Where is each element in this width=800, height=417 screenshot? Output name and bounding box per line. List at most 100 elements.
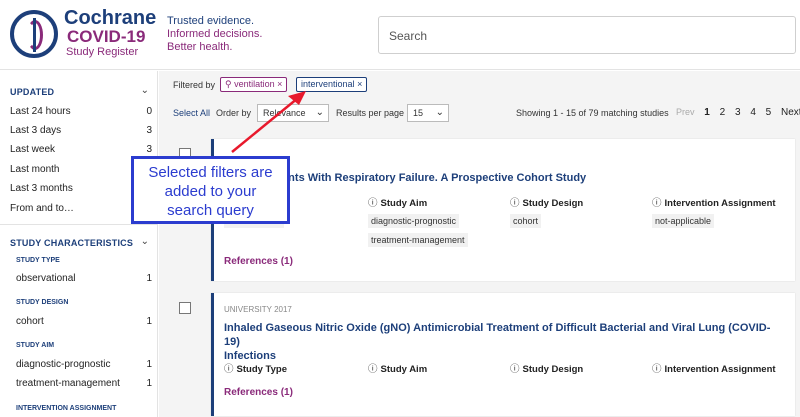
search-icon: ⚲ bbox=[225, 79, 232, 89]
study-aim-tag: treatment-management bbox=[368, 233, 468, 247]
filter-chip-ventilation[interactable]: ⚲ ventilation × bbox=[220, 77, 288, 92]
filter-item[interactable]: Last 3 days 3 bbox=[10, 125, 152, 136]
intervention-tag: not-applicable bbox=[652, 214, 715, 228]
filter-item-label: Last month bbox=[10, 164, 60, 175]
filter-item-label: treatment-management bbox=[16, 378, 120, 389]
filter-item-label: cohort bbox=[16, 316, 44, 327]
study-aim-header: ⓘ Study Aim bbox=[368, 195, 427, 209]
results-count: Showing 1 - 15 of 79 matching studies bbox=[516, 108, 669, 118]
pagination: Prev 1 2 3 4 5 Next bbox=[676, 107, 800, 118]
page-link[interactable]: 5 bbox=[766, 107, 772, 118]
info-icon[interactable]: ⓘ bbox=[510, 198, 520, 209]
references-link[interactable]: References (1) bbox=[224, 387, 293, 398]
chevron-down-icon: ⌄ bbox=[315, 107, 324, 118]
brand[interactable]: Cochrane COVID-19 Study Register bbox=[64, 8, 156, 59]
subsection-heading-intervention-assignment: INTERVENTION ASSIGNMENT bbox=[16, 405, 117, 412]
study-design-header: ⓘ Study Design bbox=[510, 361, 583, 375]
result-title[interactable]: Inhaled Gaseous Nitric Oxide (gNO) Antim… bbox=[224, 321, 784, 363]
order-by-select[interactable]: Relevance ⌄ bbox=[257, 104, 329, 122]
attribute-heading: Study Aim bbox=[380, 364, 428, 375]
result-card: UNIVERSITY 2017 Inhaled Gaseous Nitric O… bbox=[211, 293, 795, 416]
filter-chip-label: ventilation bbox=[234, 79, 275, 89]
filter-item[interactable]: treatment-management 1 bbox=[16, 378, 152, 389]
filter-item-label: Last 24 hours bbox=[10, 106, 71, 117]
divider bbox=[0, 224, 158, 225]
callout-line: Selected filters are bbox=[148, 164, 273, 181]
page-link[interactable]: 4 bbox=[750, 107, 756, 118]
attribute-heading: Intervention Assignment bbox=[664, 198, 776, 209]
filter-item[interactable]: Last week 3 bbox=[10, 144, 152, 155]
filter-item-count: 1 bbox=[146, 273, 152, 284]
filter-chip-label: interventional bbox=[301, 79, 355, 89]
attribute-heading: Study Design bbox=[522, 198, 584, 209]
tagline-line: Informed decisions. bbox=[167, 28, 263, 40]
result-source: UNIVERSITY 2017 bbox=[224, 305, 292, 314]
filter-item[interactable]: diagnostic-prognostic 1 bbox=[16, 359, 152, 370]
tagline-line: Better health. bbox=[167, 41, 233, 53]
chevron-down-icon[interactable]: ⌄ bbox=[141, 85, 149, 96]
info-icon[interactable]: ⓘ bbox=[368, 198, 378, 209]
filter-item-count: 3 bbox=[146, 125, 152, 136]
search-input[interactable]: Search bbox=[378, 16, 796, 54]
intervention-assignment-header: ⓘ Intervention Assignment bbox=[652, 361, 776, 375]
select-all-link[interactable]: Select All bbox=[173, 108, 210, 118]
results-per-page-label: Results per page bbox=[336, 108, 405, 118]
brand-register: Study Register bbox=[66, 46, 139, 58]
results-area: Filtered by ⚲ ventilation × intervention… bbox=[159, 71, 800, 417]
filter-item-count: 1 bbox=[146, 316, 152, 327]
result-title-line: Inhaled Gaseous Nitric Oxide (gNO) Antim… bbox=[224, 322, 771, 348]
result-title[interactable]: COVID Patients With Respiratory Failure.… bbox=[224, 171, 784, 185]
site-header: Cochrane COVID-19 Study Register Trusted… bbox=[0, 0, 800, 70]
filter-item[interactable]: cohort 1 bbox=[16, 316, 152, 327]
info-icon[interactable]: ⓘ bbox=[652, 198, 662, 209]
prev-page-link[interactable]: Prev bbox=[676, 107, 695, 117]
study-design-header: ⓘ Study Design bbox=[510, 195, 583, 209]
study-type-header: ⓘStudy Type bbox=[224, 361, 287, 375]
callout-line: added to your bbox=[164, 183, 257, 200]
brand-name: Cochrane bbox=[64, 7, 157, 29]
filter-item[interactable]: Last 24 hours 0 bbox=[10, 106, 152, 117]
info-icon[interactable]: ⓘ bbox=[224, 364, 234, 375]
section-heading-study-characteristics: STUDY CHARACTERISTICS bbox=[10, 238, 134, 248]
close-icon[interactable]: × bbox=[277, 79, 282, 89]
filter-item-count: 0 bbox=[146, 106, 152, 117]
page-link[interactable]: 2 bbox=[720, 107, 726, 118]
page-link[interactable]: 3 bbox=[735, 107, 741, 118]
tagline: Trusted evidence. Informed decisions. Be… bbox=[167, 15, 262, 54]
close-icon[interactable]: × bbox=[357, 79, 362, 89]
result-checkbox[interactable] bbox=[179, 302, 191, 314]
info-icon[interactable]: ⓘ bbox=[368, 364, 378, 375]
attribute-heading: Intervention Assignment bbox=[664, 364, 776, 375]
intervention-assignment-header: ⓘ Intervention Assignment bbox=[652, 195, 776, 209]
chevron-down-icon[interactable]: ⌄ bbox=[141, 236, 149, 247]
tagline-line: Trusted evidence. bbox=[167, 15, 255, 27]
section-heading-updated: UPDATED bbox=[10, 87, 55, 97]
info-icon[interactable]: ⓘ bbox=[652, 364, 662, 375]
filter-item-count: 3 bbox=[146, 144, 152, 155]
subsection-heading-study-aim: STUDY AIM bbox=[16, 342, 55, 349]
filter-item-count: 1 bbox=[146, 359, 152, 370]
filter-item[interactable]: observational 1 bbox=[16, 273, 152, 284]
subsection-heading-study-design: STUDY DESIGN bbox=[16, 299, 69, 306]
results-per-page-select[interactable]: 15 ⌄ bbox=[407, 104, 449, 122]
next-page-link[interactable]: Next bbox=[781, 107, 800, 118]
filter-item-label: diagnostic-prognostic bbox=[16, 359, 111, 370]
filter-chip-interventional[interactable]: interventional × bbox=[296, 77, 368, 92]
order-by-label: Order by bbox=[216, 108, 252, 118]
filter-item-label: Last 3 days bbox=[10, 125, 62, 136]
page-link[interactable]: 1 bbox=[704, 107, 710, 118]
filter-item-label: Last 3 months bbox=[10, 183, 73, 194]
filter-item-label: From and to… bbox=[10, 203, 74, 214]
attribute-heading: Study Aim bbox=[380, 198, 428, 209]
study-aim-tag: diagnostic-prognostic bbox=[368, 214, 460, 228]
cochrane-logo-icon[interactable] bbox=[10, 10, 58, 58]
study-aim-header: ⓘ Study Aim bbox=[368, 361, 427, 375]
filter-item-label: Last week bbox=[10, 144, 56, 155]
attribute-heading: Study Type bbox=[236, 364, 288, 375]
info-icon[interactable]: ⓘ bbox=[510, 364, 520, 375]
references-link[interactable]: References (1) bbox=[224, 256, 293, 267]
filter-sidebar: UPDATED ⌄ Last 24 hours 0 Last 3 days 3 … bbox=[0, 71, 158, 417]
attribute-heading: Study Design bbox=[522, 364, 584, 375]
order-by-value: Relevance bbox=[263, 108, 306, 118]
results-per-page-value: 15 bbox=[413, 108, 424, 118]
